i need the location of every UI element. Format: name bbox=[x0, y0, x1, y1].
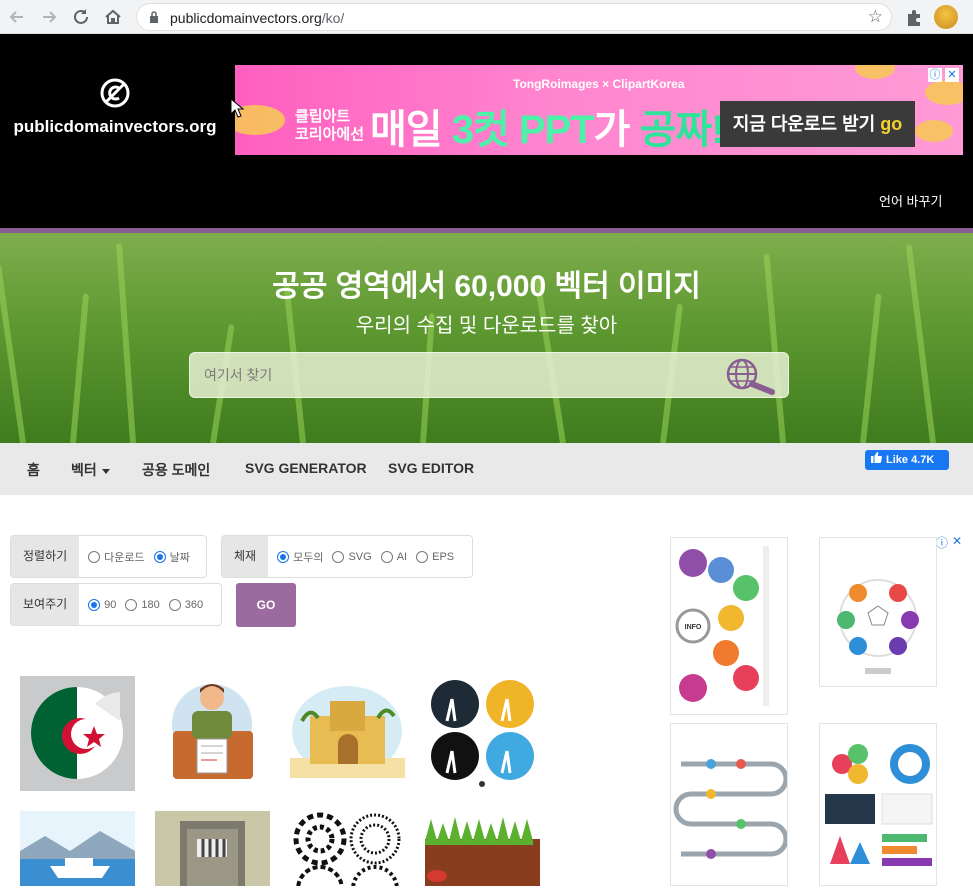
infographic-pentagons-icon bbox=[837, 579, 919, 674]
ad-brands: TongRoimages × ClipartKorea bbox=[513, 77, 685, 91]
top-ad-banner[interactable]: TongRoimages × ClipartKorea 클립아트 코리아에선 매… bbox=[235, 65, 963, 155]
thumbnail-algeria-flag[interactable] bbox=[20, 676, 135, 791]
sand-castle-icon bbox=[290, 686, 405, 778]
site-logo[interactable]: publicdomainvectors.org bbox=[10, 78, 220, 137]
search-box bbox=[189, 352, 789, 398]
infographic-set-icon bbox=[825, 744, 933, 866]
format-option-svg[interactable]: SVG bbox=[332, 550, 372, 563]
show-option-180[interactable]: 180 bbox=[125, 598, 160, 611]
forward-icon[interactable] bbox=[38, 6, 60, 28]
address-bar[interactable]: publicdomainvectors.org/ko/ ☆ bbox=[136, 3, 892, 31]
sort-label: 정렬하기 bbox=[11, 536, 80, 577]
grass-soil-icon bbox=[425, 817, 540, 886]
man-signing-document-icon bbox=[172, 684, 253, 779]
thumbnail-yacht[interactable] bbox=[20, 811, 135, 886]
adchoices-icon[interactable]: ⓘ bbox=[936, 534, 948, 551]
show-filter-group: 보여주기 90 180 360 bbox=[10, 583, 222, 626]
reload-icon[interactable] bbox=[70, 6, 92, 28]
ad-tile-infographic-set[interactable] bbox=[819, 723, 937, 886]
site-header: publicdomainvectors.org TongRoimages × C… bbox=[0, 34, 973, 228]
thumbnail-grass-soil[interactable] bbox=[425, 811, 540, 886]
star-icon[interactable]: ☆ bbox=[868, 7, 883, 27]
show-label: 보여주기 bbox=[11, 584, 80, 625]
search-input[interactable] bbox=[190, 353, 710, 397]
yacht-sea-icon bbox=[20, 831, 135, 886]
back-icon[interactable] bbox=[6, 6, 28, 28]
lock-icon bbox=[150, 11, 158, 23]
thumbnail-palm-circles[interactable] bbox=[425, 676, 540, 791]
hero-section: 공공 영역에서 60,000 벡터 이미지 우리의 수집 및 다운로드를 찾아 bbox=[0, 233, 973, 443]
change-language-link[interactable]: 언어 바꾸기 bbox=[879, 191, 942, 210]
spiral-patterns-icon bbox=[293, 812, 401, 886]
infographic-circles-icon: INFO bbox=[675, 546, 769, 706]
thumbnail-spirals[interactable] bbox=[290, 811, 405, 886]
ad-headline: 매일 3컷 PPT가 공짜! bbox=[370, 108, 725, 152]
sidebar-ad[interactable]: ⓘ ✕ INFO bbox=[670, 534, 968, 886]
format-filter-group: 체재 모두의 SVG AI EPS bbox=[221, 535, 473, 578]
sort-option-date[interactable]: 날짜 bbox=[153, 549, 190, 565]
hero-subtitle: 우리의 수집 및 다운로드를 찾아 bbox=[355, 315, 618, 337]
browser-toolbar: publicdomainvectors.org/ko/ ☆ bbox=[0, 0, 973, 34]
thumbnail-man-signing[interactable] bbox=[155, 676, 270, 791]
algeria-flag-sticker-icon bbox=[31, 687, 123, 779]
nav-svg-editor[interactable]: SVG EDITOR bbox=[388, 460, 474, 476]
timeline-infographic-icon bbox=[673, 759, 789, 859]
home-icon[interactable] bbox=[102, 6, 124, 28]
close-icon[interactable]: ✕ bbox=[952, 534, 962, 551]
hero-title: 공공 영역에서 60,000 벡터 이미지 bbox=[272, 270, 701, 303]
ad-tile-timeline[interactable] bbox=[670, 723, 789, 886]
show-option-360[interactable]: 360 bbox=[168, 598, 203, 611]
sort-option-downloads[interactable]: 다운로드 bbox=[88, 549, 145, 565]
format-option-ai[interactable]: AI bbox=[380, 550, 407, 563]
info-label: INFO bbox=[685, 624, 702, 631]
format-option-all[interactable]: 모두의 bbox=[277, 549, 323, 565]
url-text: publicdomainvectors.org/ko/ bbox=[170, 10, 345, 26]
sort-filter-group: 정렬하기 다운로드 날짜 bbox=[10, 535, 207, 578]
logo-text: publicdomainvectors.org bbox=[13, 117, 217, 136]
main-navbar: 홈 벡터 공용 도메인 SVG GENERATOR SVG EDITOR Lik… bbox=[0, 443, 973, 495]
thumbs-up-icon bbox=[871, 450, 882, 470]
close-icon[interactable]: ✕ bbox=[945, 68, 959, 82]
nav-svg-generator[interactable]: SVG GENERATOR bbox=[245, 460, 367, 476]
ad-tile-infographic-1[interactable]: INFO bbox=[670, 537, 788, 715]
ad-tile-infographic-2[interactable] bbox=[819, 537, 937, 687]
facebook-like-button[interactable]: Like 4.7K bbox=[865, 450, 949, 470]
nav-public-domain[interactable]: 공용 도메인 bbox=[142, 460, 210, 480]
nav-vectors-dropdown[interactable]: 벡터 bbox=[71, 460, 110, 480]
caret-down-icon bbox=[101, 468, 110, 474]
format-label: 체재 bbox=[222, 536, 269, 577]
palm-trees-circles-icon bbox=[431, 680, 534, 787]
nav-home[interactable]: 홈 bbox=[27, 460, 40, 480]
ad-download-button[interactable]: 지금 다운로드 받기 go bbox=[720, 101, 915, 147]
adchoices-icon[interactable]: ⓘ bbox=[928, 68, 942, 82]
mouse-cursor-icon bbox=[230, 98, 244, 118]
show-option-90[interactable]: 90 bbox=[88, 598, 116, 611]
thumbnail-sand-castle[interactable] bbox=[290, 676, 405, 791]
prison-window-icon bbox=[180, 821, 245, 886]
go-button[interactable]: GO bbox=[236, 583, 296, 627]
globe-search-icon[interactable] bbox=[720, 356, 780, 396]
thumbnail-prison-window[interactable] bbox=[155, 811, 270, 886]
profile-avatar[interactable] bbox=[934, 5, 958, 29]
puzzle-icon[interactable] bbox=[903, 6, 925, 28]
format-option-eps[interactable]: EPS bbox=[416, 550, 454, 563]
public-domain-logo-icon bbox=[100, 78, 130, 108]
